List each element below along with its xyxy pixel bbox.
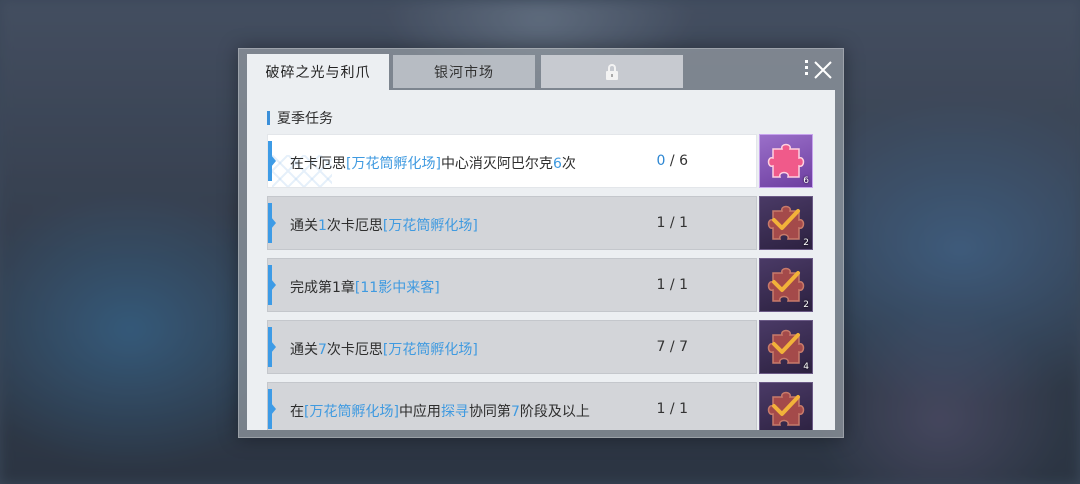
task-description-highlight: [万花筒孵化场] — [346, 156, 441, 172]
reward-slot[interactable]: 2 — [759, 196, 813, 250]
checkmark-icon — [772, 395, 800, 416]
task-description-text: 完成第1章 — [290, 280, 355, 296]
reward-slot[interactable]: 2 — [759, 258, 813, 312]
task-row[interactable]: 在[万花筒孵化场]中应用探寻协同第7阶段及以上 1 / 1 — [267, 382, 813, 430]
task-progress-total: 7 — [679, 339, 688, 355]
task-row-arrow-icon — [271, 279, 276, 291]
task-row-body: 完成第1章[11影中来客] 1 / 1 — [267, 258, 757, 312]
task-description-highlight: 7 — [318, 342, 327, 358]
task-progress: 7 / 7 — [657, 339, 688, 355]
tab-locked[interactable] — [541, 55, 683, 88]
reward-quantity: 4 — [803, 362, 809, 372]
task-description-highlight: 1 — [318, 218, 327, 234]
task-description-text: 通关 — [290, 218, 318, 234]
reward-quantity: 2 — [803, 300, 809, 310]
reward-slot[interactable]: 6 — [759, 134, 813, 188]
task-progress: 1 / 1 — [657, 401, 688, 417]
task-row[interactable]: 在卡厄思[万花筒孵化场]中心消灭阿巴尔克6次 0 / 66 — [267, 134, 813, 188]
section-title: 夏季任务 — [267, 108, 333, 128]
checkmark-icon — [772, 333, 800, 354]
task-progress-separator: / — [665, 215, 680, 231]
checkmark-icon — [772, 271, 800, 292]
reward-slot[interactable]: 4 — [759, 320, 813, 374]
tab-broken-light-and-claws[interactable]: 破碎之光与利爪 — [247, 54, 389, 90]
task-description: 通关7次卡厄思[万花筒孵化场] — [290, 339, 478, 359]
task-progress-total: 6 — [679, 153, 688, 169]
section-title-text: 夏季任务 — [277, 111, 333, 127]
task-row-body: 在[万花筒孵化场]中应用探寻协同第7阶段及以上 1 / 1 — [267, 382, 757, 430]
task-progress-separator: / — [665, 339, 680, 355]
task-description-highlight: [万花筒孵化场] — [382, 342, 478, 358]
task-progress: 0 / 6 — [657, 153, 688, 169]
task-progress: 1 / 1 — [657, 277, 688, 293]
task-row-body: 通关1次卡厄思[万花筒孵化场] 1 / 1 — [267, 196, 757, 250]
task-description-text: 在卡厄思 — [290, 156, 346, 172]
task-description-highlight: 探寻 — [440, 404, 469, 420]
task-row[interactable]: 通关1次卡厄思[万花筒孵化场] 1 / 12 — [267, 196, 813, 250]
task-description-text: 次 — [561, 156, 576, 172]
task-row[interactable]: 完成第1章[11影中来客] 1 / 1 2 — [267, 258, 813, 312]
task-description-text: 阶段及以上 — [519, 404, 590, 420]
task-progress: 1 / 1 — [657, 215, 688, 231]
reward-quantity: 6 — [803, 176, 809, 186]
task-progress-separator: / — [665, 153, 680, 169]
task-description: 在卡厄思[万花筒孵化场]中心消灭阿巴尔克6次 — [290, 153, 576, 173]
puzzle-piece-icon — [767, 143, 805, 178]
task-description-highlight: [万花筒孵化场] — [382, 218, 478, 234]
task-row[interactable]: 通关7次卡厄思[万花筒孵化场] 7 / 74 — [267, 320, 813, 374]
task-progress-separator: / — [665, 277, 680, 293]
task-description-highlight: 7 — [510, 404, 520, 420]
close-button[interactable] — [803, 57, 835, 83]
task-description-highlight: [万花筒孵化场] — [304, 404, 399, 420]
lock-icon — [606, 63, 618, 80]
mission-dialog: 破碎之光与利爪 银河市场 夏季任务 在卡厄思[万花筒孵化场]中心消灭阿巴尔克6次… — [238, 48, 844, 438]
task-description-text: 中心消灭阿巴尔克 — [440, 156, 553, 172]
reward-quantity: 2 — [803, 238, 809, 248]
task-description-text: 次卡厄思 — [326, 218, 383, 234]
menu-dots-icon — [805, 60, 808, 78]
mission-panel: 夏季任务 在卡厄思[万花筒孵化场]中心消灭阿巴尔克6次 0 / 6 6 通关1次卡厄思… — [247, 90, 835, 430]
task-row-arrow-icon — [271, 217, 276, 229]
task-description-text: 次卡厄思 — [326, 342, 383, 358]
task-description: 在[万花筒孵化场]中应用探寻协同第7阶段及以上 — [290, 401, 590, 421]
task-description-text: 中应用 — [398, 404, 441, 420]
task-description: 通关1次卡厄思[万花筒孵化场] — [290, 215, 478, 235]
checkmark-icon — [772, 209, 800, 230]
task-row-arrow-icon — [271, 155, 276, 167]
task-row-body: 在卡厄思[万花筒孵化场]中心消灭阿巴尔克6次 0 / 6 — [267, 134, 757, 188]
task-description: 完成第1章[11影中来客] — [290, 277, 440, 297]
task-description-text: 在 — [290, 404, 304, 420]
task-row-arrow-icon — [271, 341, 276, 353]
reward-slot[interactable] — [759, 382, 813, 430]
task-progress-separator: / — [665, 401, 680, 417]
task-description-highlight: [11影中来客] — [354, 280, 440, 296]
close-icon — [814, 61, 832, 79]
task-progress-total: 1 — [679, 277, 688, 293]
task-description-text: 通关 — [290, 342, 318, 358]
section-title-bar — [267, 111, 270, 125]
task-row-body: 通关7次卡厄思[万花筒孵化场] 7 / 7 — [267, 320, 757, 374]
tab-galaxy-market[interactable]: 银河市场 — [393, 55, 535, 88]
task-description-text: 协同第 — [468, 404, 511, 420]
task-row-arrow-icon — [271, 403, 276, 415]
task-description-highlight: 6 — [552, 156, 562, 172]
task-progress-total: 1 — [679, 215, 688, 231]
task-progress-total: 1 — [679, 401, 688, 417]
